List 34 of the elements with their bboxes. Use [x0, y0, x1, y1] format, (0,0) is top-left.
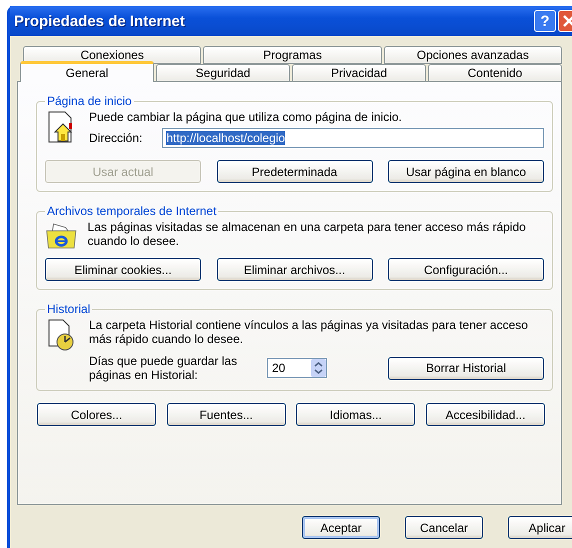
button[interactable]: Usar página en blanco	[388, 160, 544, 183]
button[interactable]: Accesibilidad...	[426, 403, 545, 426]
button[interactable]: Configuración...	[388, 258, 544, 281]
button[interactable]: Borrar Historial	[388, 356, 544, 380]
group-title: Página de inicio	[46, 94, 133, 108]
button[interactable]: Aceptar	[302, 516, 380, 539]
field-label: Dirección:	[89, 131, 142, 145]
tab[interactable]: Contenido	[428, 64, 562, 82]
group-title: Historial	[46, 302, 92, 316]
tab[interactable]: General	[20, 61, 154, 82]
help-button[interactable]: ?	[534, 10, 556, 32]
button[interactable]: Eliminar cookies...	[45, 258, 201, 281]
button[interactable]: Cancelar	[405, 516, 483, 539]
tab[interactable]: Programas	[203, 46, 382, 64]
days-spin-field[interactable]: 20	[267, 358, 327, 378]
window-title: Propiedades de Internet	[14, 12, 186, 30]
close-icon	[563, 15, 572, 27]
button[interactable]: Predeterminada	[216, 160, 372, 183]
description-text: La carpeta Historial contiene vínculos a las páginas ya visitadas para tener acceso más rápido cuando lo desee.	[89, 318, 529, 346]
spin-arrows-icon	[311, 359, 326, 377]
address-field[interactable]: http://localhost/colegio	[162, 128, 544, 148]
description-text: Puede cambiar la página que utiliza como página de inicio.	[89, 110, 403, 124]
description-text: Las páginas visitadas se almacenan en una carpeta para tener acceso más rápido cuando lo desee.	[88, 220, 527, 248]
group-title: Archivos temporales de Internet	[46, 204, 218, 218]
button[interactable]: Eliminar archivos...	[216, 258, 372, 281]
field-label: Días que puede guardar las páginas en Historial:	[89, 354, 238, 382]
button[interactable]: Colores...	[37, 403, 156, 426]
button[interactable]: Aplicar	[508, 516, 572, 539]
address-value: http://localhost/colegio	[166, 131, 286, 145]
button[interactable]: Idiomas...	[296, 403, 416, 426]
tab[interactable]: Seguridad	[156, 64, 290, 82]
tab[interactable]: Opciones avanzadas	[384, 46, 562, 64]
button[interactable]: Fuentes...	[166, 403, 286, 426]
tab[interactable]: Privacidad	[292, 64, 426, 82]
